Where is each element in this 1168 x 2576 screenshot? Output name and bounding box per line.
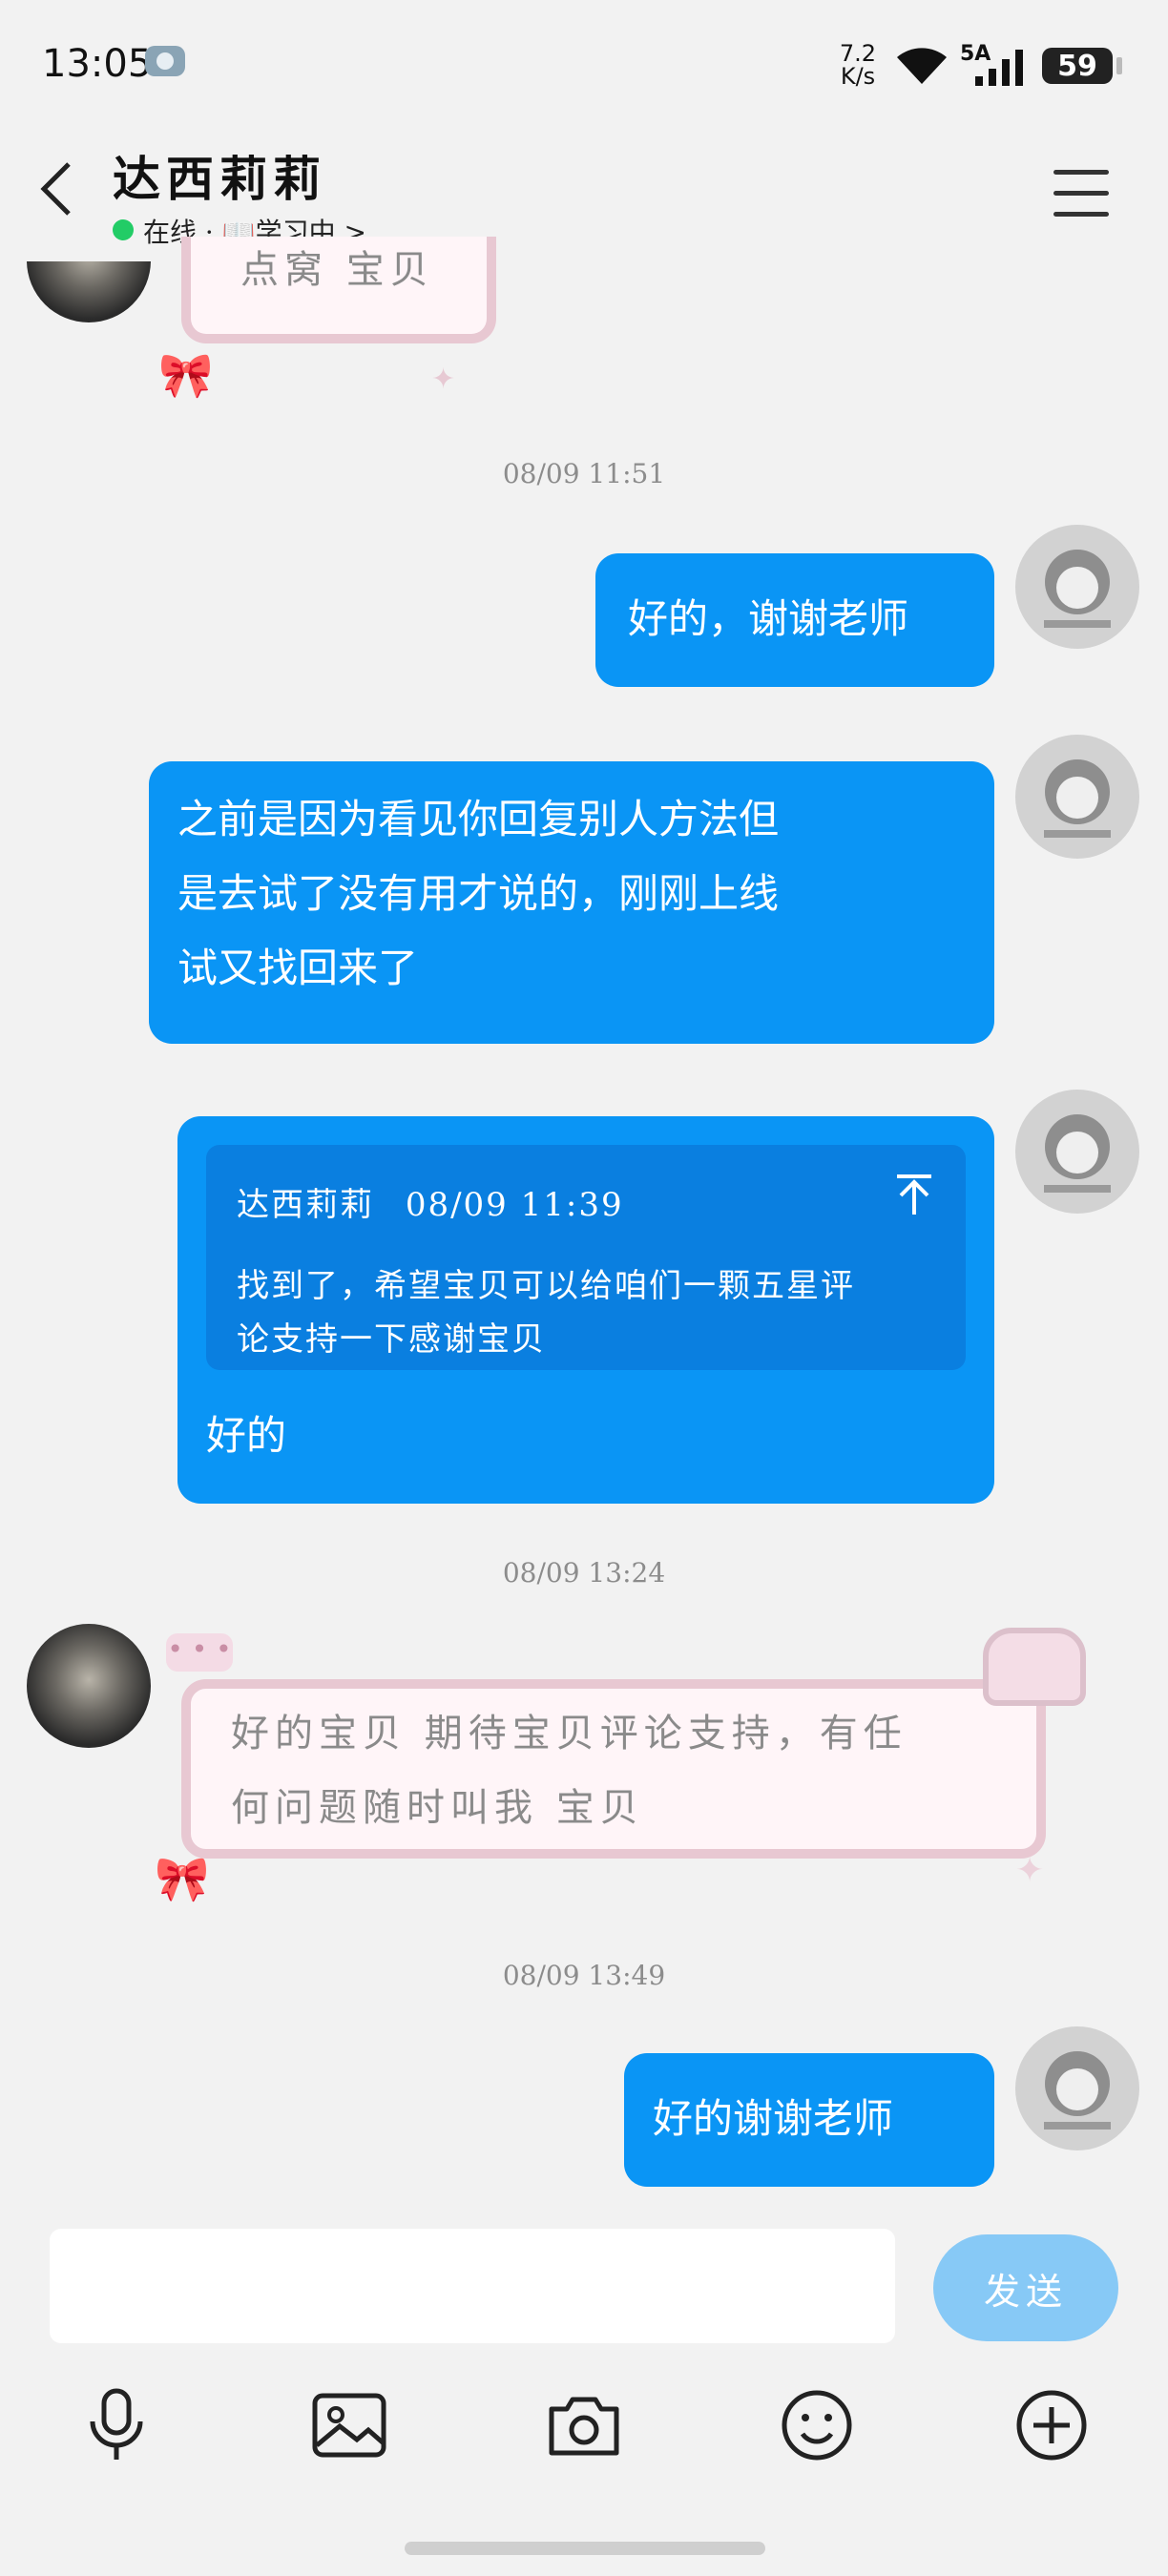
message-text: 好的 (206, 1412, 287, 1459)
hamburger-menu-icon[interactable] (1053, 170, 1109, 233)
message-text: 好的，谢谢老师 (628, 595, 909, 642)
battery-tip (1116, 57, 1122, 74)
my-avatar[interactable] (1015, 735, 1139, 859)
quote-header: 达西莉莉 08/09 11:39 (237, 1168, 935, 1242)
jump-to-top-icon[interactable] (893, 1166, 935, 1240)
message-bubble-outgoing[interactable]: 之前是因为看见你回复别人方法但 是去试了没有用才说的，刚刚上线 试又找回来了 (149, 761, 994, 1044)
message-line: 试又找回来了 (177, 945, 419, 991)
status-time: 13:05 (42, 42, 153, 86)
message-text: 点窝 宝贝 (240, 248, 434, 292)
message-line: 之前是因为看见你回复别人方法但 (177, 796, 780, 842)
timestamp: 08/09 13:24 (502, 1557, 666, 1589)
message-text: 好的谢谢老师 (653, 2095, 894, 2142)
message-bubble-outgoing[interactable]: 好的谢谢老师 (624, 2053, 994, 2187)
home-indicator[interactable] (405, 2542, 765, 2555)
timestamp: 08/09 13:49 (502, 1960, 666, 1991)
timestamp: 08/09 11:51 (502, 458, 666, 489)
message-input-field[interactable] (50, 2229, 895, 2343)
net-speed: 7.2 K/s (839, 40, 877, 90)
bow-decoration-icon: 🎀 (158, 349, 214, 401)
quote-time: 08/09 11:39 (405, 1186, 624, 1224)
message-bubble-incoming[interactable]: 点窝 宝贝 (181, 237, 496, 343)
sparkle-decoration-icon: ✦ (1015, 1851, 1045, 1890)
send-button[interactable]: 发送 (933, 2234, 1118, 2341)
chat-bubble-decoration-icon: • • • (166, 1633, 233, 1672)
message-line: 好的宝贝 期待宝贝评论支持，有任 (231, 1712, 907, 1755)
message-line: 何问题随时叫我 宝贝 (231, 1786, 644, 1830)
message-input[interactable] (50, 2229, 895, 2343)
chevron-left-icon (40, 162, 71, 216)
my-avatar[interactable] (1015, 525, 1139, 649)
microphone-icon[interactable] (71, 2379, 162, 2471)
cat-decoration-icon (983, 1628, 1086, 1706)
quote-author: 达西莉莉 (237, 1186, 374, 1224)
contact-avatar[interactable] (27, 1624, 151, 1748)
message-bubble-incoming[interactable]: 好的宝贝 期待宝贝评论支持，有任 何问题随时叫我 宝贝 (181, 1679, 1046, 1859)
plus-icon[interactable] (1006, 2379, 1097, 2471)
image-icon[interactable] (303, 2379, 395, 2471)
message-bubble-outgoing[interactable]: 达西莉莉 08/09 11:39 找到了，希望宝贝可以给咱们一颗五星评 论支持一… (177, 1116, 994, 1504)
my-avatar[interactable] (1015, 2026, 1139, 2150)
camera-icon[interactable] (538, 2379, 630, 2471)
back-button[interactable] (38, 160, 76, 221)
quoted-message[interactable]: 达西莉莉 08/09 11:39 找到了，希望宝贝可以给咱们一颗五星评 论支持一… (206, 1145, 966, 1370)
emoji-icon[interactable] (771, 2379, 863, 2471)
my-avatar[interactable] (1015, 1090, 1139, 1214)
signal-icon (971, 48, 1029, 92)
wifi-icon (893, 42, 950, 90)
battery-level: 59 (1042, 48, 1113, 84)
quote-text: 找到了，希望宝贝可以给咱们一颗五星评 论支持一下感谢宝贝 (237, 1267, 855, 1359)
message-bubble-outgoing[interactable]: 好的，谢谢老师 (595, 553, 994, 687)
sparkle-decoration-icon: ✦ (431, 363, 456, 396)
bow-decoration-icon: 🎀 (155, 1853, 210, 1904)
app-notification-icon (143, 42, 187, 80)
contact-name[interactable]: 达西莉莉 (113, 141, 326, 210)
message-line: 是去试了没有用才说的，刚刚上线 (177, 870, 780, 917)
online-status-dot (113, 219, 134, 240)
